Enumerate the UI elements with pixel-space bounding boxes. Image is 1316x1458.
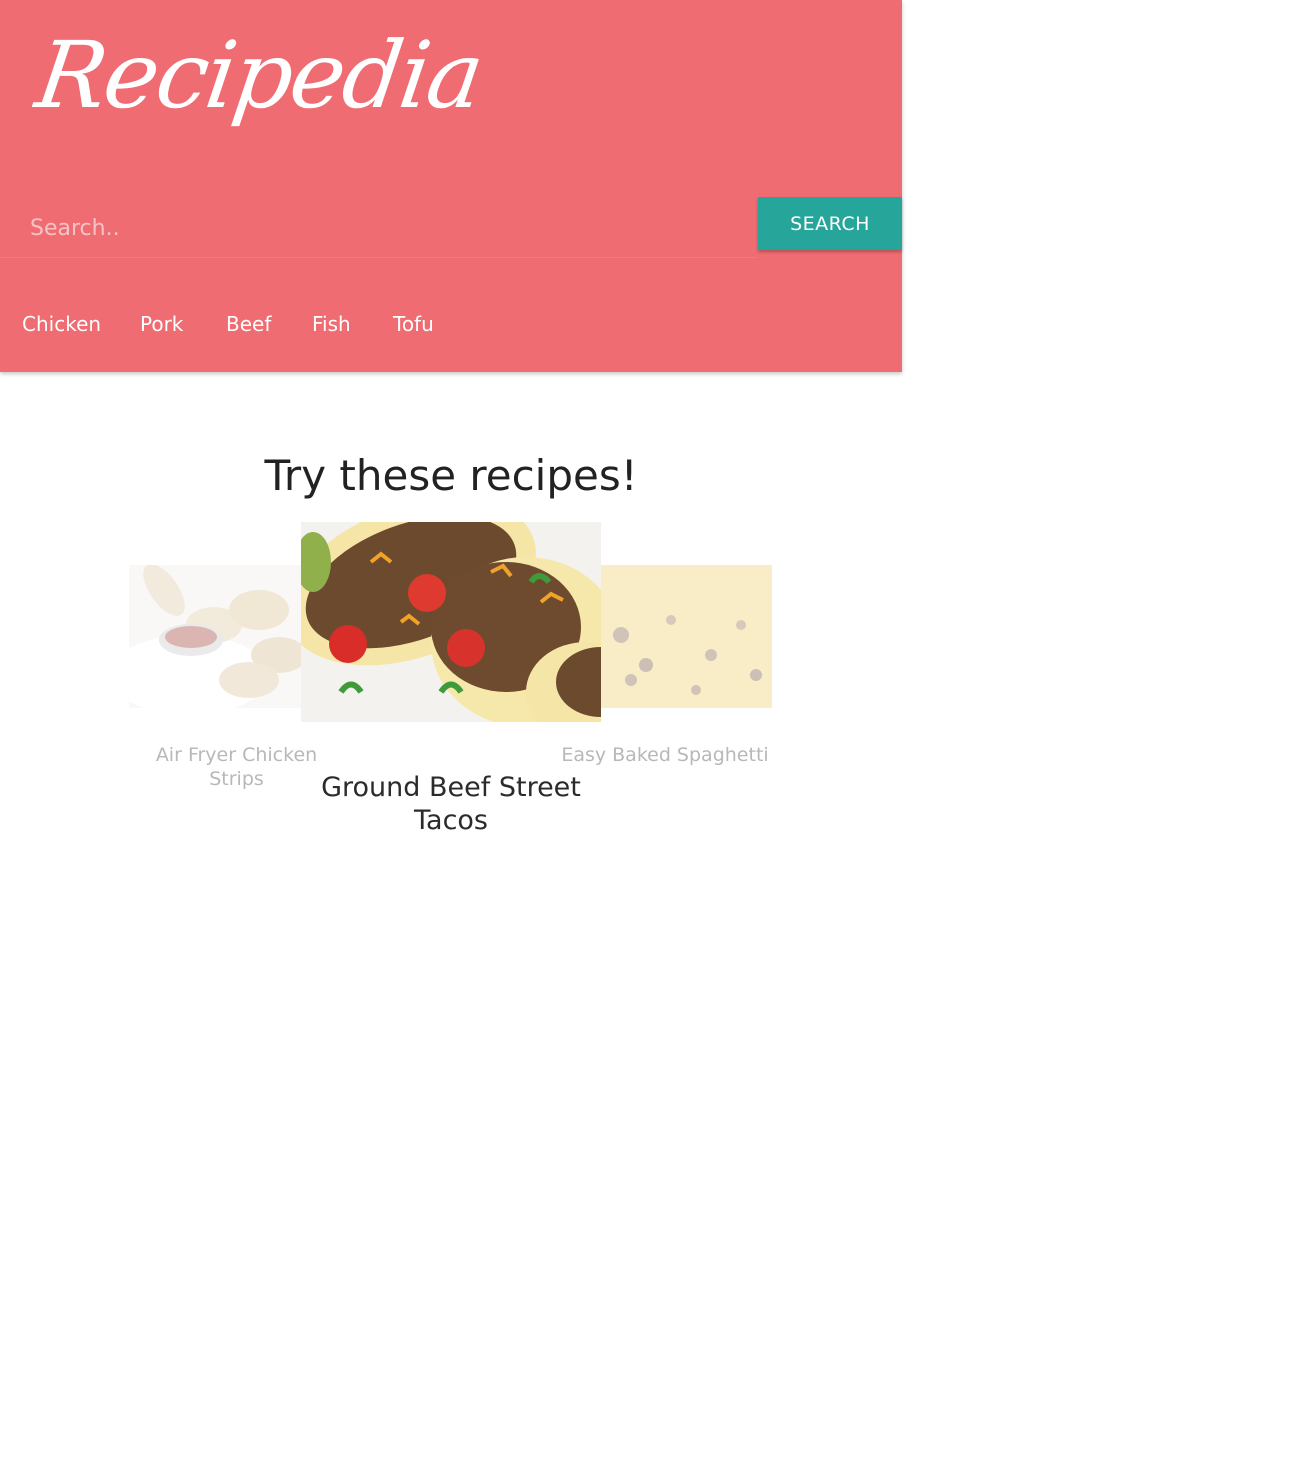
carousel-item-chicken-strips[interactable]	[129, 565, 301, 708]
nav-link-chicken[interactable]: Chicken	[22, 312, 101, 336]
carousel-caption-baked-spaghetti[interactable]: Easy Baked Spaghetti	[560, 743, 770, 767]
search-input[interactable]	[0, 200, 758, 258]
section-title: Try these recipes!	[264, 451, 638, 500]
search-button[interactable]: SEARCH	[758, 197, 902, 250]
site-header: Recipedia SEARCH Chicken Pork Beef Fish …	[0, 0, 902, 372]
carousel-item-baked-spaghetti[interactable]	[601, 565, 772, 708]
street-tacos-photo	[301, 522, 601, 722]
carousel-caption-street-tacos[interactable]: Ground Beef Street Tacos	[301, 771, 601, 837]
brand-logo[interactable]: Recipedia	[30, 22, 488, 129]
baked-spaghetti-photo	[601, 565, 772, 708]
chicken-strips-photo	[129, 565, 301, 708]
nav-link-beef[interactable]: Beef	[226, 312, 271, 336]
carousel-item-street-tacos[interactable]	[301, 522, 601, 722]
nav-link-fish[interactable]: Fish	[312, 312, 351, 336]
nav-link-tofu[interactable]: Tofu	[393, 312, 434, 336]
nav-link-pork[interactable]: Pork	[140, 312, 183, 336]
